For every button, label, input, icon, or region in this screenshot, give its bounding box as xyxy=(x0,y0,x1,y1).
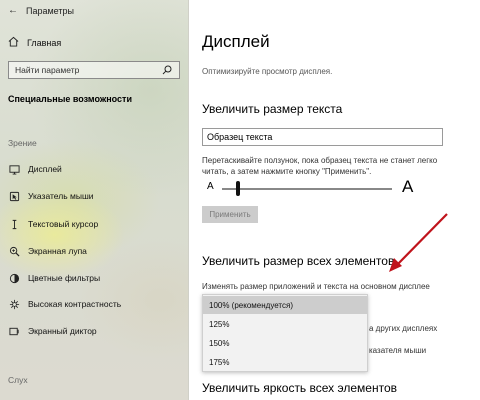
display-icon xyxy=(8,163,20,175)
sidebar-item-label: Главная xyxy=(27,37,62,48)
text-size-slider[interactable]: A A xyxy=(202,177,462,200)
window-title: Параметры xyxy=(26,6,74,16)
color-filter-icon xyxy=(8,272,20,284)
text-size-heading: Увеличить размер текста xyxy=(202,102,343,116)
sidebar-item-high-contrast[interactable]: Высокая контрастность xyxy=(8,296,184,312)
scale-option-125[interactable]: 125% xyxy=(203,315,367,333)
slider-min-label: A xyxy=(207,181,214,192)
scale-option-100[interactable]: 100% (рекомендуется) xyxy=(203,296,367,314)
sidebar-item-display[interactable]: Дисплей xyxy=(8,161,184,177)
contrast-icon xyxy=(8,298,20,310)
obscured-text-2: казателя мыши xyxy=(369,346,427,355)
sidebar-item-label: Экранная лупа xyxy=(28,246,87,256)
mouse-pointer-icon xyxy=(8,190,20,202)
help-line-2: читать, а затем нажмите кнопку "Применит… xyxy=(202,167,372,176)
page-subtitle: Оптимизируйте просмотр дисплея. xyxy=(202,67,333,76)
sidebar-item-narrator[interactable]: Экранный диктор xyxy=(8,323,184,339)
sidebar-item-label: Указатель мыши xyxy=(28,191,94,201)
slider-thumb[interactable] xyxy=(235,181,240,196)
scale-description: Изменять размер приложений и текста на о… xyxy=(202,282,430,291)
section-label-vision: Зрение xyxy=(8,138,37,148)
slider-track[interactable] xyxy=(222,188,392,190)
sidebar-header: Специальные возможности xyxy=(8,94,132,104)
sample-text-box: Образец текста xyxy=(202,128,443,146)
narrator-icon xyxy=(8,325,20,337)
obscured-text-1: а других дисплеях xyxy=(369,324,438,333)
scale-dropdown-list[interactable]: 100% (рекомендуется) 125% 150% 175% xyxy=(202,294,368,372)
magnifier-icon xyxy=(8,245,20,257)
scale-option-150[interactable]: 150% xyxy=(203,334,367,352)
sidebar-item-label: Дисплей xyxy=(28,164,62,174)
search-box[interactable] xyxy=(8,61,180,79)
apply-button[interactable]: Применить xyxy=(202,206,258,223)
sidebar-item-magnifier[interactable]: Экранная лупа xyxy=(8,243,184,259)
home-icon xyxy=(8,36,19,49)
search-icon[interactable] xyxy=(161,64,173,76)
search-input[interactable] xyxy=(15,65,155,75)
sidebar-item-label: Цветные фильтры xyxy=(28,273,101,283)
window-titlebar: ← Параметры xyxy=(8,6,74,17)
page-title: Дисплей xyxy=(202,32,270,51)
sidebar-item-color-filters[interactable]: Цветные фильтры xyxy=(8,270,184,286)
annotation-arrow-icon xyxy=(389,213,448,272)
sidebar-item-label: Экранный диктор xyxy=(28,326,97,336)
sidebar-item-label: Высокая контрастность xyxy=(28,299,122,309)
section-label-hearing: Слух xyxy=(8,375,28,385)
slider-max-label: A xyxy=(402,177,414,196)
sidebar-item-label: Текстовый курсор xyxy=(28,219,99,229)
sidebar-item-mouse-pointer[interactable]: Указатель мыши xyxy=(8,188,184,204)
sidebar: ← Параметры Главная Специальные возможно… xyxy=(0,0,189,400)
sidebar-item-home[interactable]: Главная xyxy=(8,36,61,49)
brightness-heading: Увеличить яркость всех элементов xyxy=(202,381,397,395)
help-line-1: Перетаскивайте ползунок, пока образец те… xyxy=(202,156,438,165)
main-content: Дисплей Оптимизируйте просмотр дисплея. … xyxy=(188,0,480,400)
text-cursor-icon xyxy=(8,218,20,230)
text-size-help: Перетаскивайте ползунок, пока образец те… xyxy=(202,155,457,177)
scale-option-175[interactable]: 175% xyxy=(203,353,367,371)
scale-heading: Увеличить размер всех элементов xyxy=(202,254,395,268)
back-arrow-icon[interactable]: ← xyxy=(8,6,18,16)
sidebar-item-text-cursor[interactable]: Текстовый курсор xyxy=(8,216,184,232)
